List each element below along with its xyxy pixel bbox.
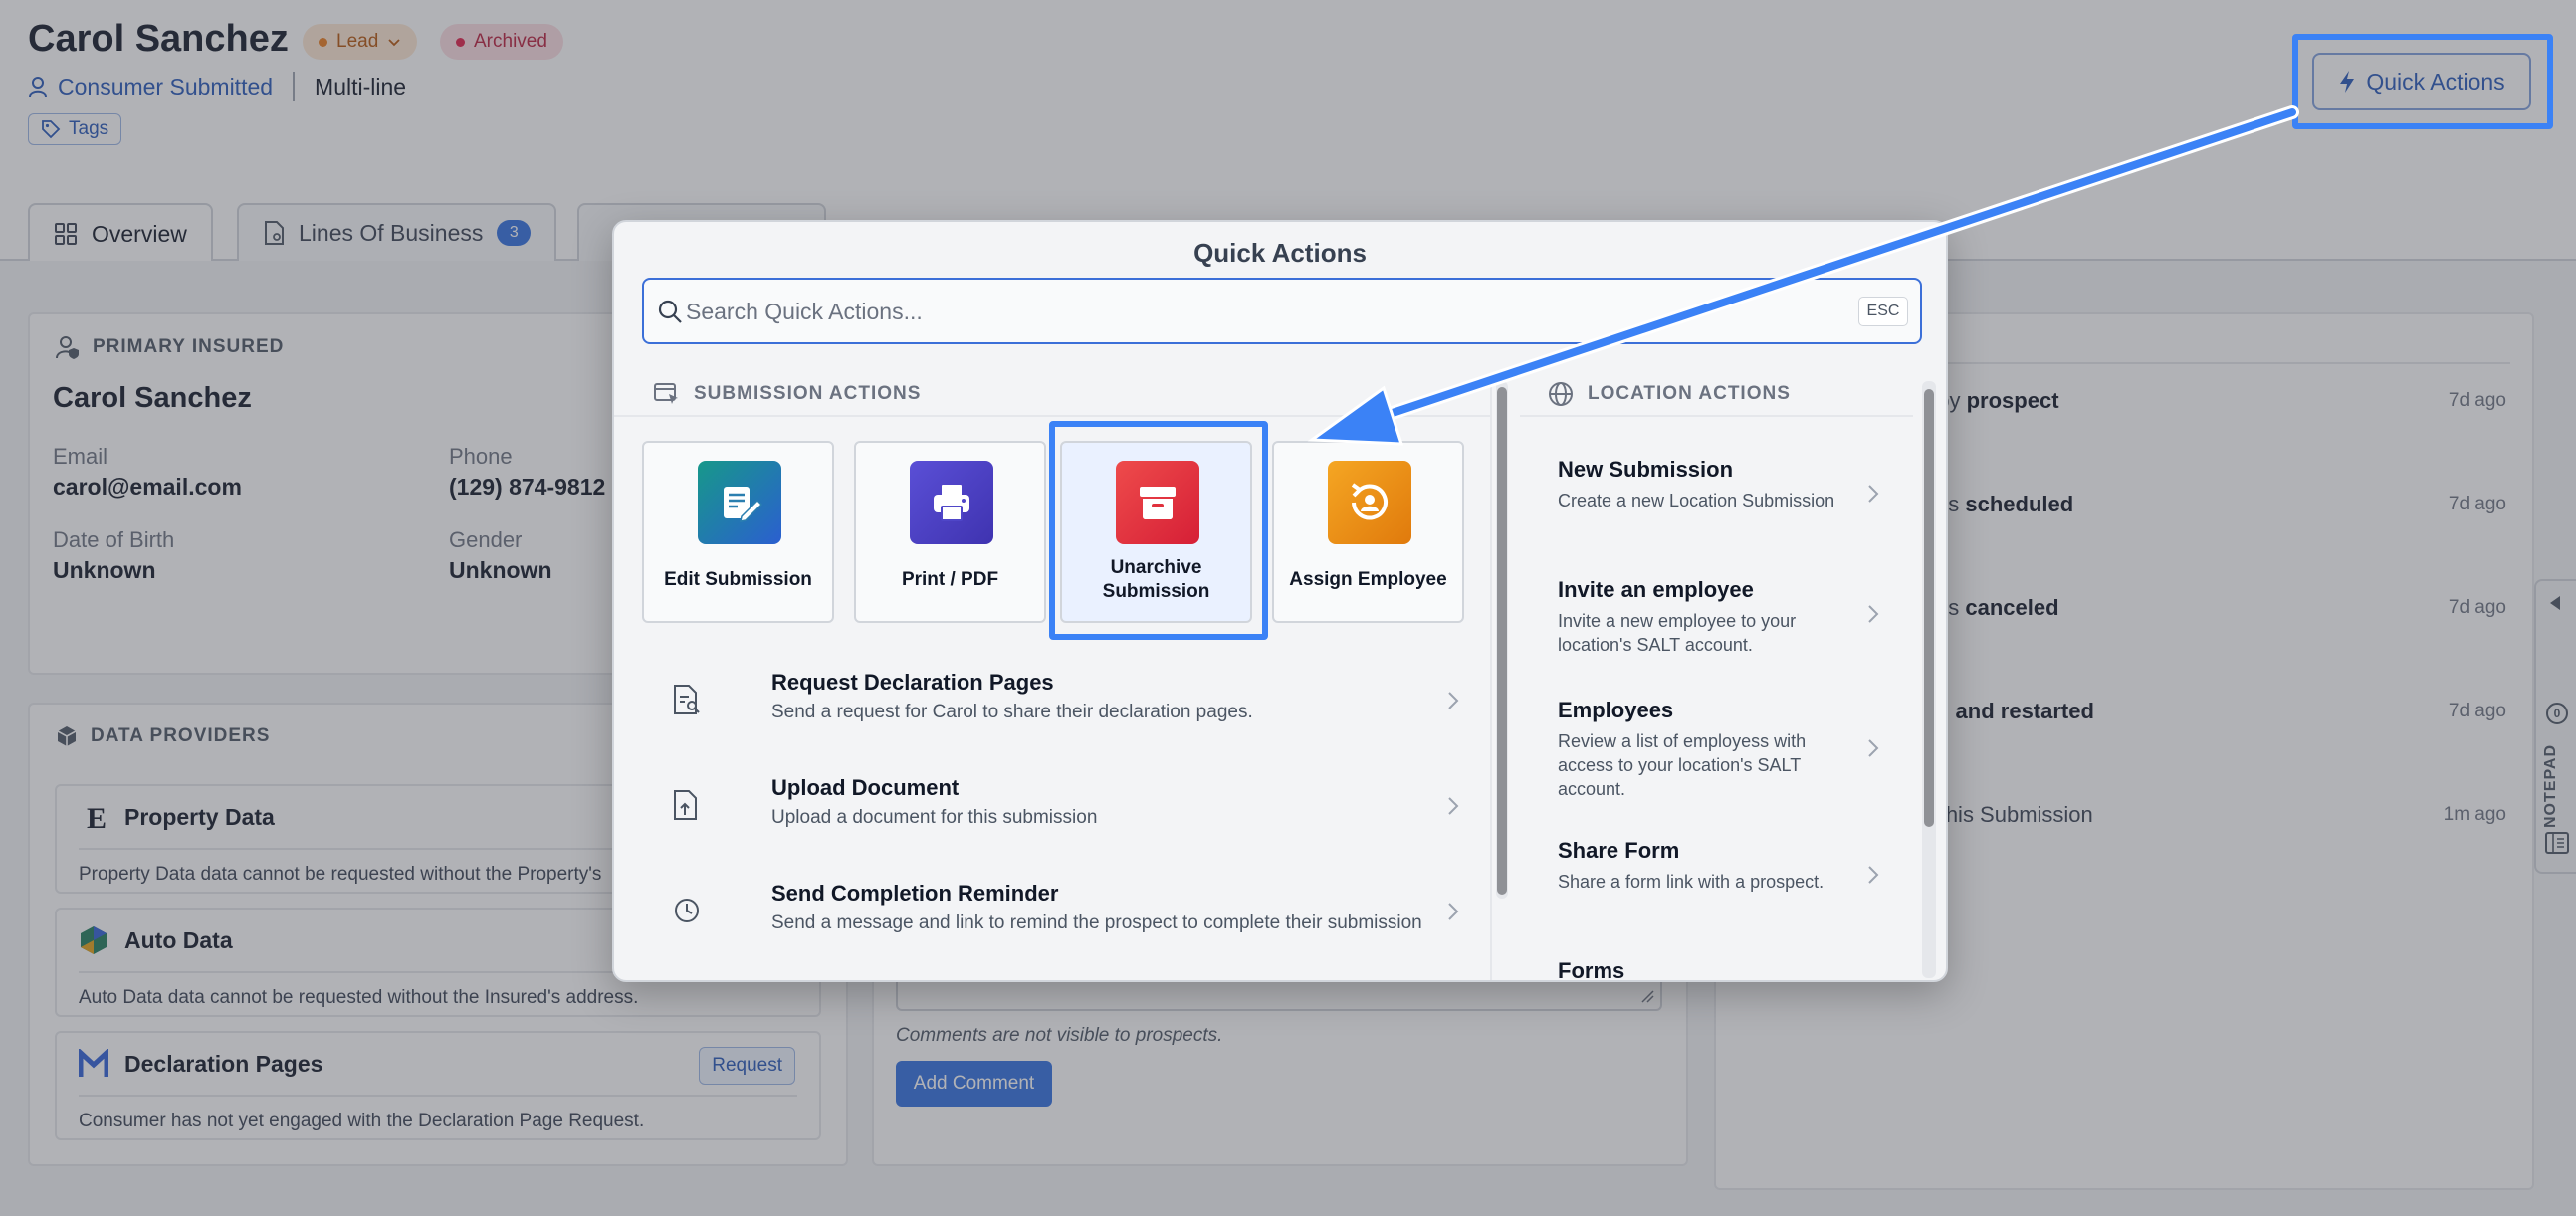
tile-label: Unarchive Submission [1102, 557, 1210, 602]
list-item-title: Request Declaration Pages [771, 670, 1054, 695]
list-item-title: Share Form [1558, 838, 1680, 863]
location-actions-title: LOCATION ACTIONS [1588, 383, 1791, 404]
reassign-icon [1328, 461, 1411, 544]
search-icon [658, 300, 682, 323]
location-scrollbar[interactable] [1922, 381, 1936, 978]
list-item-subtitle: Share a form link with a prospect. [1558, 872, 1825, 892]
share-form-item[interactable]: Share Form Share a form link with a pros… [1520, 838, 1918, 937]
employees-item[interactable]: Employees Review a list of employess wit… [1520, 698, 1918, 817]
scrollbar-thumb[interactable] [1497, 387, 1507, 895]
list-item-title: Send Completion Reminder [771, 881, 1059, 906]
edit-icon [698, 461, 781, 544]
list-item-title: Invite an employee [1558, 577, 1754, 602]
quick-actions-modal: Quick Actions ESC SUBMISSION ACTIONS Edi… [612, 220, 1948, 982]
tile-label: Assign Employee [1289, 569, 1447, 590]
esc-key-hint[interactable]: ESC [1858, 297, 1908, 326]
archive-box-icon [1116, 461, 1199, 544]
list-item-subtitle: Upload a document for this submission [771, 807, 1098, 828]
request-declaration-pages-item[interactable]: Request Declaration Pages Send a request… [642, 666, 1478, 755]
unarchive-submission-tile[interactable]: Unarchive Submission [1060, 441, 1252, 623]
list-item-title: New Submission [1558, 457, 1734, 482]
search-field[interactable]: ESC [642, 278, 1922, 344]
document-search-icon [674, 685, 700, 714]
invite-employee-item[interactable]: Invite an employee Invite a new employee… [1520, 577, 1918, 687]
assign-employee-tile[interactable]: Assign Employee [1272, 441, 1464, 623]
upload-document-item[interactable]: Upload Document Upload a document for th… [642, 771, 1478, 861]
submission-scrollbar[interactable] [1496, 381, 1508, 899]
chevron-right-icon [1868, 866, 1879, 884]
list-item-title: Employees [1558, 698, 1674, 722]
panel-divider [1490, 373, 1492, 980]
send-completion-reminder-item[interactable]: Send Completion Reminder Send a message … [642, 877, 1478, 966]
location-actions-header: LOCATION ACTIONS [1520, 373, 1913, 417]
chevron-right-icon [1448, 797, 1459, 815]
submission-actions-title: SUBMISSION ACTIONS [694, 383, 922, 404]
list-item-title: Upload Document [771, 775, 960, 800]
window-cursor-icon [654, 383, 678, 404]
chevron-right-icon [1868, 485, 1879, 503]
submission-actions-header: SUBMISSION ACTIONS [614, 373, 1490, 417]
printer-icon [910, 461, 993, 544]
search-input[interactable] [686, 290, 1850, 333]
print-pdf-tile[interactable]: Print / PDF [854, 441, 1046, 623]
chevron-right-icon [1868, 605, 1879, 623]
list-item-subtitle: Create a new Location Submission [1558, 491, 1835, 510]
list-item-subtitle: Review a list of employess with access t… [1558, 731, 1807, 799]
forms-item[interactable]: Forms [1520, 958, 1918, 982]
list-item-subtitle: Send a request for Carol to share their … [771, 702, 1253, 722]
tile-label: Print / PDF [901, 569, 999, 590]
globe-icon [1549, 382, 1573, 406]
clock-icon [675, 899, 699, 922]
modal-title: Quick Actions [1193, 238, 1367, 268]
list-item-title: Forms [1558, 958, 1625, 982]
document-upload-icon [674, 790, 697, 820]
edit-submission-tile[interactable]: Edit Submission [642, 441, 834, 623]
chevron-right-icon [1448, 692, 1459, 709]
tile-label: Edit Submission [664, 569, 812, 590]
scrollbar-thumb[interactable] [1924, 389, 1934, 827]
list-item-subtitle: Invite a new employee to your location's… [1558, 611, 1797, 655]
location-actions-panel: LOCATION ACTIONS New Submission Create a… [1520, 373, 1938, 982]
chevron-right-icon [1868, 739, 1879, 757]
chevron-right-icon [1448, 903, 1459, 920]
list-item-subtitle: Send a message and link to remind the pr… [771, 912, 1422, 933]
